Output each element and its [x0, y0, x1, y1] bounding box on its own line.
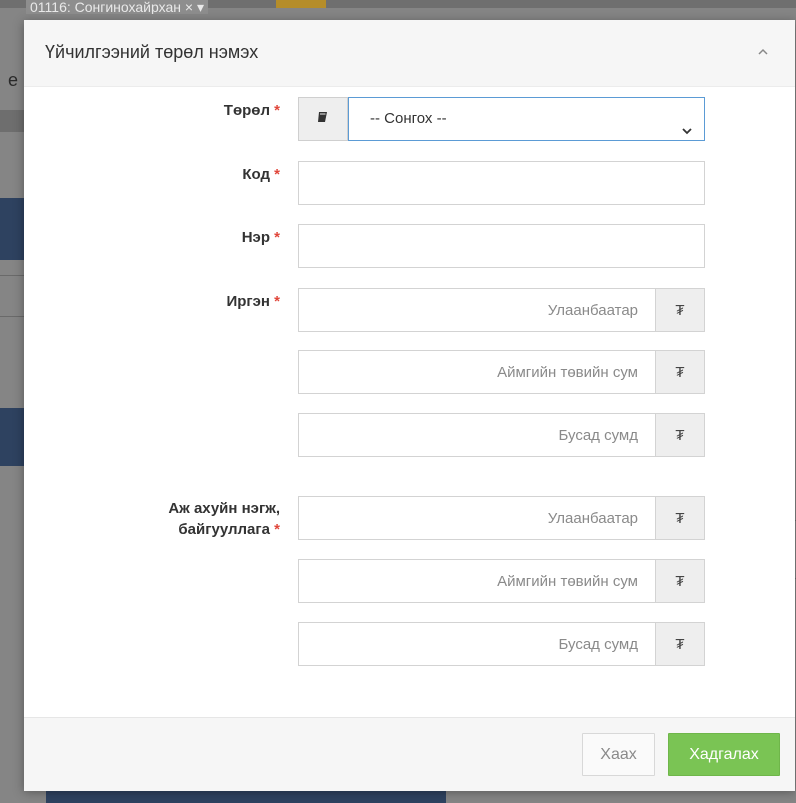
close-button[interactable]: Хаах [582, 733, 655, 776]
citizen-label: Иргэн * [226, 293, 280, 310]
modal-title: Үйчилгээний төрөл нэмэх [45, 42, 259, 62]
organization-price-other-soums-input[interactable] [298, 622, 656, 666]
required-mark: * [274, 229, 280, 246]
background-search-button [276, 0, 326, 8]
code-label: Код * [242, 166, 280, 183]
type-select-value: -- Сонгох -- [370, 110, 447, 127]
citizen-price-aimag-center-input[interactable] [298, 350, 656, 394]
required-mark: * [274, 293, 280, 310]
background-bottom-bar [46, 790, 446, 803]
background-band [0, 110, 24, 132]
type-select[interactable]: -- Сонгох -- [348, 97, 705, 141]
modal-body: Төрөл * -- Сонгох -- Код * Нэр * Иргэн *… [24, 87, 795, 717]
citizen-price-other-soums-input[interactable] [298, 413, 656, 457]
background-blue-block [0, 198, 24, 260]
tugrik-icon: ₮ [655, 622, 705, 666]
tugrik-icon: ₮ [655, 350, 705, 394]
background-divider [0, 275, 24, 276]
organization-price-aimag-center-input[interactable] [298, 559, 656, 603]
save-button[interactable]: Хадгалах [668, 733, 780, 776]
modal-footer: Хаах Хадгалах [24, 717, 795, 791]
add-service-type-modal: Үйчилгээний төрөл нэмэх Төрөл * -- Сонго… [24, 20, 795, 791]
name-label: Нэр * [241, 229, 280, 246]
citizen-price-ulaanbaatar-input[interactable] [298, 288, 656, 332]
required-mark: * [274, 102, 280, 119]
background-side-text: е [8, 70, 19, 90]
tugrik-icon: ₮ [655, 288, 705, 332]
code-input[interactable] [298, 161, 705, 205]
required-mark: * [274, 521, 280, 538]
required-mark: * [274, 166, 280, 183]
organization-label: Аж ахуйн нэгж, байгууллага * [168, 500, 280, 538]
background-divider [0, 316, 24, 317]
book-icon [316, 110, 330, 129]
type-addon [298, 97, 348, 141]
name-input[interactable] [298, 224, 705, 268]
chevron-up-icon[interactable] [755, 44, 771, 60]
organization-price-ulaanbaatar-input[interactable] [298, 496, 656, 540]
tugrik-icon: ₮ [655, 413, 705, 457]
type-label: Төрөл * [223, 102, 280, 119]
chevron-down-icon [680, 113, 694, 135]
background-blue-block [0, 408, 24, 466]
modal-header: Үйчилгээний төрөл нэмэх [24, 20, 795, 87]
background-tag-chip: 01116: Сонгинохайрхан × ▾ [26, 0, 208, 14]
tugrik-icon: ₮ [655, 496, 705, 540]
tugrik-icon: ₮ [655, 559, 705, 603]
